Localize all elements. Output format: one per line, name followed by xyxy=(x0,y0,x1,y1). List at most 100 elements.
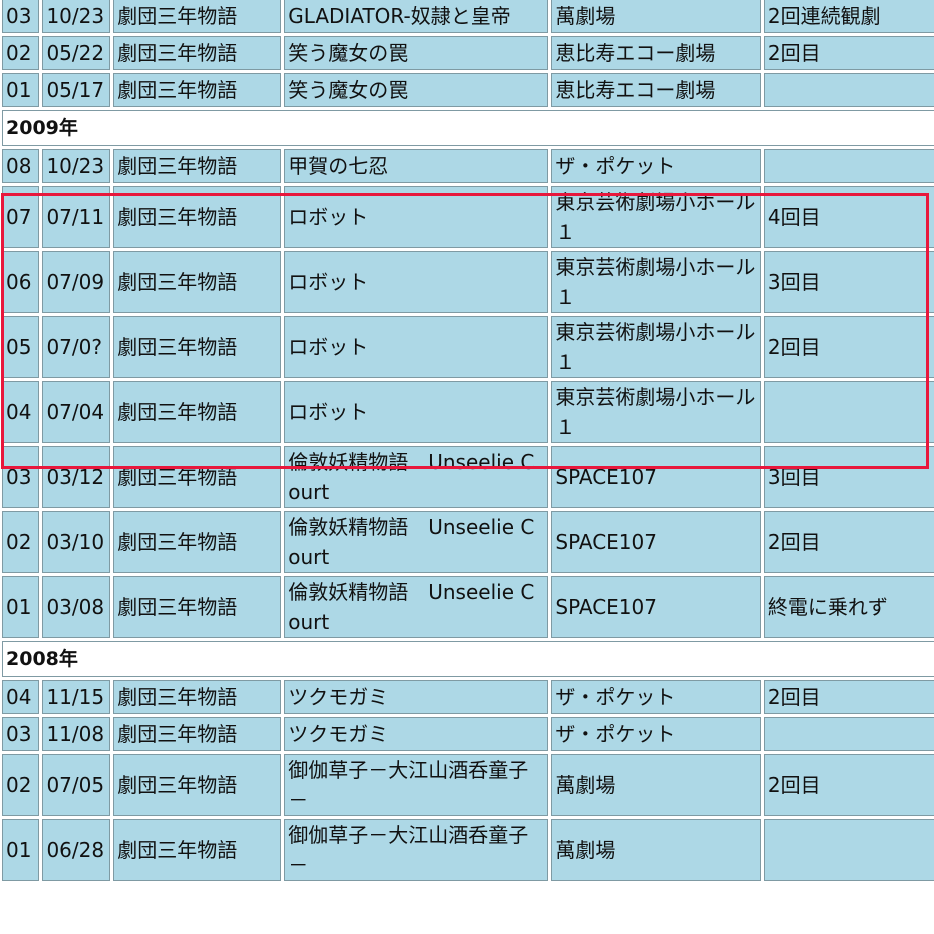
table-row: 08 10/23 劇団三年物語 甲賀の七忍 ザ・ポケット xyxy=(2,149,934,183)
entry-note: 3回目 xyxy=(763,446,934,508)
entry-venue: SPACE107 xyxy=(551,446,761,508)
entry-note: 2回目 xyxy=(763,316,934,378)
year-header-row: 2008年 xyxy=(2,641,934,677)
entry-note xyxy=(763,819,934,881)
year-heading: 2009年 xyxy=(2,110,934,146)
entry-troupe: 劇団三年物語 xyxy=(113,446,282,508)
entry-venue: SPACE107 xyxy=(551,576,761,638)
entry-note: 4回目 xyxy=(763,186,934,248)
entry-venue: 東京芸術劇場小ホール１ xyxy=(551,186,761,248)
entry-number: 03 xyxy=(2,446,40,508)
entry-title: ロボット xyxy=(284,186,549,248)
entry-date: 03/12 xyxy=(42,446,111,508)
entry-title: ツクモガミ xyxy=(284,717,549,751)
entry-venue: SPACE107 xyxy=(551,511,761,573)
entry-troupe: 劇団三年物語 xyxy=(113,316,282,378)
entry-troupe: 劇団三年物語 xyxy=(113,754,282,816)
entry-date: 03/08 xyxy=(42,576,111,638)
entry-note: 2回目 xyxy=(763,680,934,714)
entry-title: 甲賀の七忍 xyxy=(284,149,549,183)
entry-title: ロボット xyxy=(284,251,549,313)
entry-date: 07/05 xyxy=(42,754,111,816)
entry-number: 01 xyxy=(2,576,40,638)
entry-number: 05 xyxy=(2,316,40,378)
table-row: 05 07/0? 劇団三年物語 ロボット 東京芸術劇場小ホール１ 2回目 xyxy=(2,316,934,378)
entry-title: 御伽草子－大江山酒呑童子－ xyxy=(284,754,549,816)
entry-note xyxy=(763,73,934,107)
entry-date: 05/17 xyxy=(42,73,111,107)
entry-date: 11/08 xyxy=(42,717,111,751)
entry-title: 倫敦妖精物語 Unseelie Court xyxy=(284,511,549,573)
table-row: 02 05/22 劇団三年物語 笑う魔女の罠 恵比寿エコー劇場 2回目 xyxy=(2,36,934,70)
entry-troupe: 劇団三年物語 xyxy=(113,251,282,313)
entry-note: 3回目 xyxy=(763,251,934,313)
entry-number: 02 xyxy=(2,511,40,573)
entry-title: 倫敦妖精物語 Unseelie Court xyxy=(284,576,549,638)
entry-venue: ザ・ポケット xyxy=(551,149,761,183)
entry-troupe: 劇団三年物語 xyxy=(113,576,282,638)
table-row: 01 03/08 劇団三年物語 倫敦妖精物語 Unseelie Court SPACE1… xyxy=(2,576,934,638)
year-heading: 2008年 xyxy=(2,641,934,677)
entry-title: ツクモガミ xyxy=(284,680,549,714)
entry-note: 2回目 xyxy=(763,754,934,816)
entry-venue: 萬劇場 xyxy=(551,819,761,881)
entry-venue: ザ・ポケット xyxy=(551,717,761,751)
table-row: 02 07/05 劇団三年物語 御伽草子－大江山酒呑童子－ 萬劇場 2回目 xyxy=(2,754,934,816)
entry-date: 07/0? xyxy=(42,316,111,378)
entry-number: 01 xyxy=(2,819,40,881)
entry-date: 07/04 xyxy=(42,381,111,443)
entry-venue: 萬劇場 xyxy=(551,0,761,33)
entry-date: 05/22 xyxy=(42,36,111,70)
entry-date: 06/28 xyxy=(42,819,111,881)
entry-venue: 東京芸術劇場小ホール１ xyxy=(551,316,761,378)
table-row: 07 07/11 劇団三年物語 ロボット 東京芸術劇場小ホール１ 4回目 xyxy=(2,186,934,248)
entry-number: 02 xyxy=(2,754,40,816)
entry-venue: 東京芸術劇場小ホール１ xyxy=(551,381,761,443)
year-header-row: 2009年 xyxy=(2,110,934,146)
entry-troupe: 劇団三年物語 xyxy=(113,36,282,70)
entry-date: 03/10 xyxy=(42,511,111,573)
entry-venue: 恵比寿エコー劇場 xyxy=(551,73,761,107)
entry-number: 06 xyxy=(2,251,40,313)
entry-number: 08 xyxy=(2,149,40,183)
table-row: 01 05/17 劇団三年物語 笑う魔女の罠 恵比寿エコー劇場 xyxy=(2,73,934,107)
entry-number: 03 xyxy=(2,0,40,33)
table-row: 03 03/12 劇団三年物語 倫敦妖精物語 Unseelie Court SPACE1… xyxy=(2,446,934,508)
entry-title: 笑う魔女の罠 xyxy=(284,73,549,107)
entry-troupe: 劇団三年物語 xyxy=(113,511,282,573)
entry-title: ロボット xyxy=(284,316,549,378)
entry-number: 07 xyxy=(2,186,40,248)
entry-date: 10/23 xyxy=(42,149,111,183)
theater-log-table: 03 10/23 劇団三年物語 GLADIATOR-奴隷と皇帝 萬劇場 2回連続観劇 02 0… xyxy=(0,0,934,884)
entry-troupe: 劇団三年物語 xyxy=(113,73,282,107)
table-row: 06 07/09 劇団三年物語 ロボット 東京芸術劇場小ホール１ 3回目 xyxy=(2,251,934,313)
entry-note xyxy=(763,149,934,183)
entry-title: 倫敦妖精物語 Unseelie Court xyxy=(284,446,549,508)
entry-note: 2回目 xyxy=(763,511,934,573)
table-row: 01 06/28 劇団三年物語 御伽草子－大江山酒呑童子－ 萬劇場 xyxy=(2,819,934,881)
theater-log: 03 10/23 劇団三年物語 GLADIATOR-奴隷と皇帝 萬劇場 2回連続観劇 02 0… xyxy=(0,0,934,884)
entry-number: 03 xyxy=(2,717,40,751)
entry-number: 04 xyxy=(2,680,40,714)
entry-note: 2回目 xyxy=(763,36,934,70)
entry-number: 01 xyxy=(2,73,40,107)
entry-troupe: 劇団三年物語 xyxy=(113,680,282,714)
table-row: 02 03/10 劇団三年物語 倫敦妖精物語 Unseelie Court SPACE1… xyxy=(2,511,934,573)
entry-troupe: 劇団三年物語 xyxy=(113,149,282,183)
entry-troupe: 劇団三年物語 xyxy=(113,717,282,751)
table-row: 04 11/15 劇団三年物語 ツクモガミ ザ・ポケット 2回目 xyxy=(2,680,934,714)
entry-venue: 東京芸術劇場小ホール１ xyxy=(551,251,761,313)
table-row: 03 11/08 劇団三年物語 ツクモガミ ザ・ポケット xyxy=(2,717,934,751)
entry-date: 07/09 xyxy=(42,251,111,313)
entry-troupe: 劇団三年物語 xyxy=(113,0,282,33)
entry-venue: 恵比寿エコー劇場 xyxy=(551,36,761,70)
entry-title: 笑う魔女の罠 xyxy=(284,36,549,70)
entry-note xyxy=(763,717,934,751)
entry-date: 07/11 xyxy=(42,186,111,248)
table-row: 03 10/23 劇団三年物語 GLADIATOR-奴隷と皇帝 萬劇場 2回連続観劇 xyxy=(2,0,934,33)
entry-troupe: 劇団三年物語 xyxy=(113,381,282,443)
entry-venue: 萬劇場 xyxy=(551,754,761,816)
entry-date: 10/23 xyxy=(42,0,111,33)
entry-title: GLADIATOR-奴隷と皇帝 xyxy=(284,0,549,33)
entry-venue: ザ・ポケット xyxy=(551,680,761,714)
